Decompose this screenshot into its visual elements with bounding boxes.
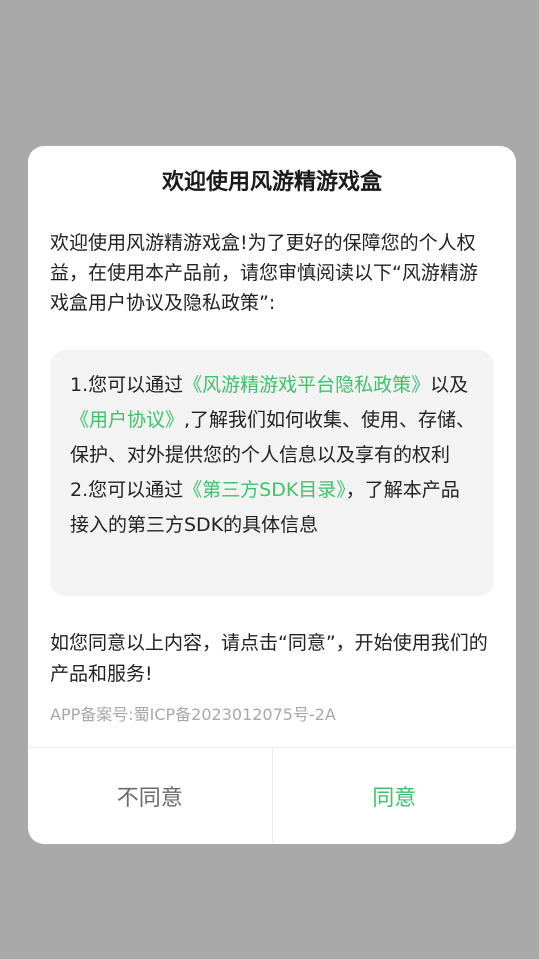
consent-text: 如您同意以上内容，请点击“同意”，开始使用我们的产品和服务! [50,632,488,685]
intro-text: 欢迎使用风游精游戏盒!为了更好的保障您的个人权益，在使用本产品前，请您审慎阅读以… [50,232,478,314]
dialog-title: 欢迎使用风游精游戏盒 [161,170,382,195]
disagree-button[interactable]: 不同意 [28,748,273,844]
privacy-consent-dialog: 欢迎使用风游精游戏盒 欢迎使用风游精游戏盒!为了更好的保障您的个人权益，在使用本… [28,146,516,844]
user-agreement-link[interactable]: 《用户协议》 [70,409,184,431]
notice-item-1-mid: 以及 [430,374,469,396]
third-party-sdk-link[interactable]: 《第三方SDK目录》 [183,479,346,501]
agree-button[interactable]: 同意 [273,748,517,844]
notice-item-2-prefix: 2.您可以通过 [70,479,184,501]
app-record-number: APP备案号:蜀ICP备2023012075号-2A [50,705,336,724]
privacy-policy-link[interactable]: 《风游精游戏平台隐私政策》 [183,374,430,396]
notice-item-2: 2.您可以通过《第三方SDK目录》，了解本产品接入的第三方SDK的具体信息 [70,473,476,543]
notice-box: 1.您可以通过《风游精游戏平台隐私政策》以及《用户协议》,了解我们如何收集、使用… [50,350,494,596]
notice-item-1: 1.您可以通过《风游精游戏平台隐私政策》以及《用户协议》,了解我们如何收集、使用… [70,368,476,473]
dialog-button-row: 不同意 同意 [28,747,516,844]
notice-item-1-prefix: 1.您可以通过 [70,374,184,396]
